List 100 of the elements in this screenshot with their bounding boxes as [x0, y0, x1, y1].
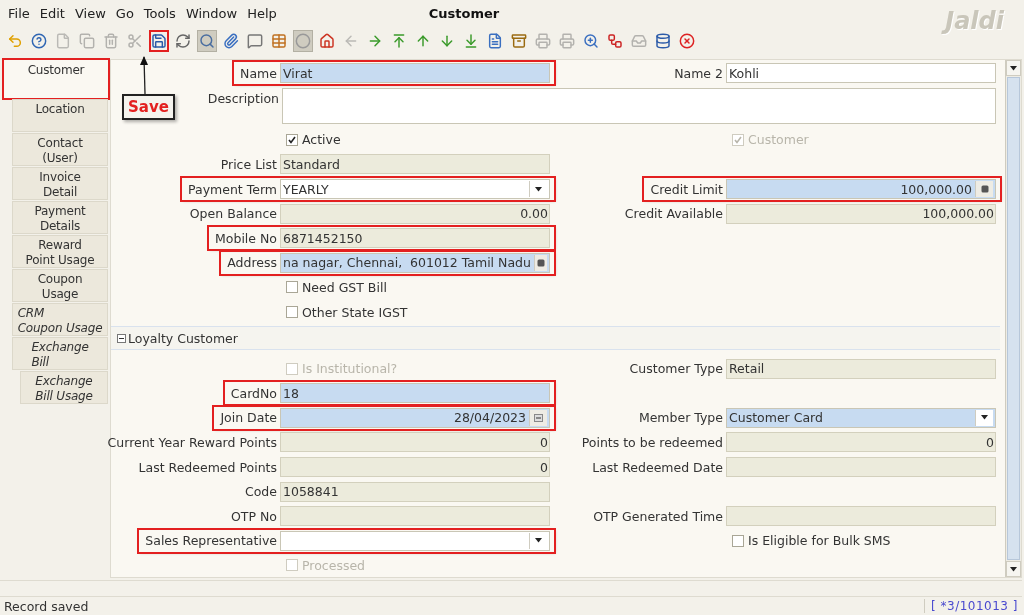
- field-label: Join Date: [220, 410, 277, 426]
- menu-item[interactable]: Go: [111, 5, 138, 21]
- text-area[interactable]: [282, 87, 996, 124]
- status-message: Record saved: [4, 598, 89, 614]
- number-field[interactable]: 0: [726, 432, 996, 453]
- tab[interactable]: Invoice Detail: [12, 167, 108, 200]
- text-field[interactable]: Standard: [280, 154, 550, 175]
- checkbox[interactable]: [286, 281, 298, 294]
- field-label: Credit Limit: [650, 181, 723, 197]
- checkbox-label: Active: [302, 132, 341, 148]
- checkbox[interactable]: [732, 534, 744, 547]
- checkbox-label: Other State IGST: [302, 304, 408, 320]
- number-field[interactable]: 100,000.00: [726, 179, 996, 200]
- trash-icon: [103, 33, 119, 49]
- paperclip-icon: [223, 33, 239, 49]
- field-label: Member Type: [638, 410, 723, 426]
- workflow-icon: [607, 33, 623, 49]
- field-label: Customer Type: [629, 361, 723, 377]
- menu-item[interactable]: Edit: [35, 5, 69, 21]
- scrollbar[interactable]: [1005, 60, 1021, 577]
- number-field[interactable]: 0: [280, 432, 550, 453]
- text-field[interactable]: 18: [280, 383, 550, 404]
- text-field[interactable]: Virat: [280, 63, 550, 84]
- field-label: Last Redeemed Date: [592, 459, 723, 475]
- caret-icon: [1010, 566, 1017, 572]
- checkbox-label: Is Eligible for Bulk SMS: [748, 533, 891, 549]
- tab[interactable]: Coupon Usage: [12, 269, 108, 302]
- report-icon: [487, 33, 503, 49]
- number-field[interactable]: 100,000.00: [726, 203, 996, 224]
- field-label: Name 2: [674, 65, 723, 81]
- save-icon: [151, 33, 167, 49]
- date-field[interactable]: 28/04/2023: [280, 407, 550, 428]
- dropdown-button[interactable]: [975, 409, 993, 426]
- calendar-icon: [534, 413, 543, 422]
- dropdown[interactable]: Customer Card: [726, 407, 996, 428]
- field-label: OTP Generated Time: [593, 508, 723, 524]
- calculator-button[interactable]: [975, 181, 993, 198]
- text-field[interactable]: Kohli: [726, 63, 996, 84]
- search-button[interactable]: [197, 30, 217, 52]
- lookup-icon: [536, 258, 545, 267]
- text-field[interactable]: [280, 506, 550, 527]
- checkbox[interactable]: [286, 306, 298, 319]
- text-field[interactable]: 6871452150: [280, 228, 550, 249]
- check-icon: [734, 135, 742, 144]
- number-field[interactable]: 0: [280, 457, 550, 477]
- search-icon: [199, 33, 215, 49]
- checkbox[interactable]: [286, 133, 298, 146]
- field-label: OTP No: [231, 508, 277, 524]
- section-header[interactable]: Loyalty Customer: [111, 326, 1000, 351]
- tab[interactable]: Customer: [4, 60, 108, 98]
- field-label: Points to be redeemed: [581, 434, 723, 450]
- archive-icon: [511, 33, 527, 49]
- number-field[interactable]: 0.00: [280, 203, 550, 224]
- field-label: CardNo: [230, 385, 277, 401]
- lookup-button[interactable]: [533, 254, 547, 271]
- circle-button[interactable]: [293, 30, 313, 52]
- window-title: Customer: [428, 5, 500, 21]
- menu-item[interactable]: View: [70, 5, 110, 21]
- text-field[interactable]: [726, 457, 996, 477]
- field-label: Price List: [220, 157, 277, 172]
- tab[interactable]: Contact (User): [12, 133, 108, 166]
- tab[interactable]: Reward Point Usage: [12, 235, 108, 268]
- menu-item[interactable]: Window: [181, 5, 242, 21]
- tab[interactable]: CRM Coupon Usage: [12, 303, 108, 336]
- printer-icon: [559, 33, 575, 49]
- lookup-field[interactable]: na nagar, Chennai, 601012 Tamil Nadu: [280, 252, 550, 273]
- menu-item[interactable]: File: [4, 5, 34, 21]
- refresh-icon: [175, 33, 191, 49]
- copy-icon: [79, 33, 95, 49]
- tab[interactable]: Exchange Bill: [12, 337, 108, 370]
- field-label: Code: [245, 484, 277, 500]
- text-field[interactable]: 1058841: [280, 481, 550, 502]
- text-field[interactable]: Retail: [726, 358, 996, 379]
- check-icon: [288, 135, 296, 144]
- checkbox-label: Is Institutional?: [302, 361, 398, 377]
- help-icon: [31, 33, 47, 49]
- text-field[interactable]: [726, 506, 996, 527]
- dropdown[interactable]: YEARLY: [280, 179, 550, 200]
- undo-icon: [7, 33, 23, 49]
- tab[interactable]: Exchange Bill Usage: [20, 371, 108, 404]
- calendar-button[interactable]: [529, 409, 547, 426]
- field-label: Address: [227, 255, 277, 271]
- document-icon: [55, 33, 71, 49]
- caret-icon: [1010, 65, 1017, 71]
- tab[interactable]: Payment Details: [12, 201, 108, 234]
- save-button[interactable]: [149, 30, 169, 52]
- top-arrow-icon: [391, 33, 407, 49]
- collapse-icon[interactable]: [117, 333, 126, 343]
- checkbox-label: Customer: [748, 132, 809, 148]
- field-label: Credit Available: [624, 206, 723, 222]
- tab[interactable]: Location: [12, 99, 108, 132]
- printer-icon: [535, 33, 551, 49]
- field-label: Mobile No: [215, 230, 277, 246]
- field-label: Open Balance: [189, 206, 277, 222]
- chat-icon: [247, 33, 263, 49]
- field-label: Description: [207, 90, 279, 106]
- menu-item[interactable]: Help: [243, 5, 281, 21]
- database-icon: [655, 33, 671, 49]
- field-label: Last Redeemed Points: [138, 459, 277, 475]
- menu-item[interactable]: Tools: [139, 5, 180, 21]
